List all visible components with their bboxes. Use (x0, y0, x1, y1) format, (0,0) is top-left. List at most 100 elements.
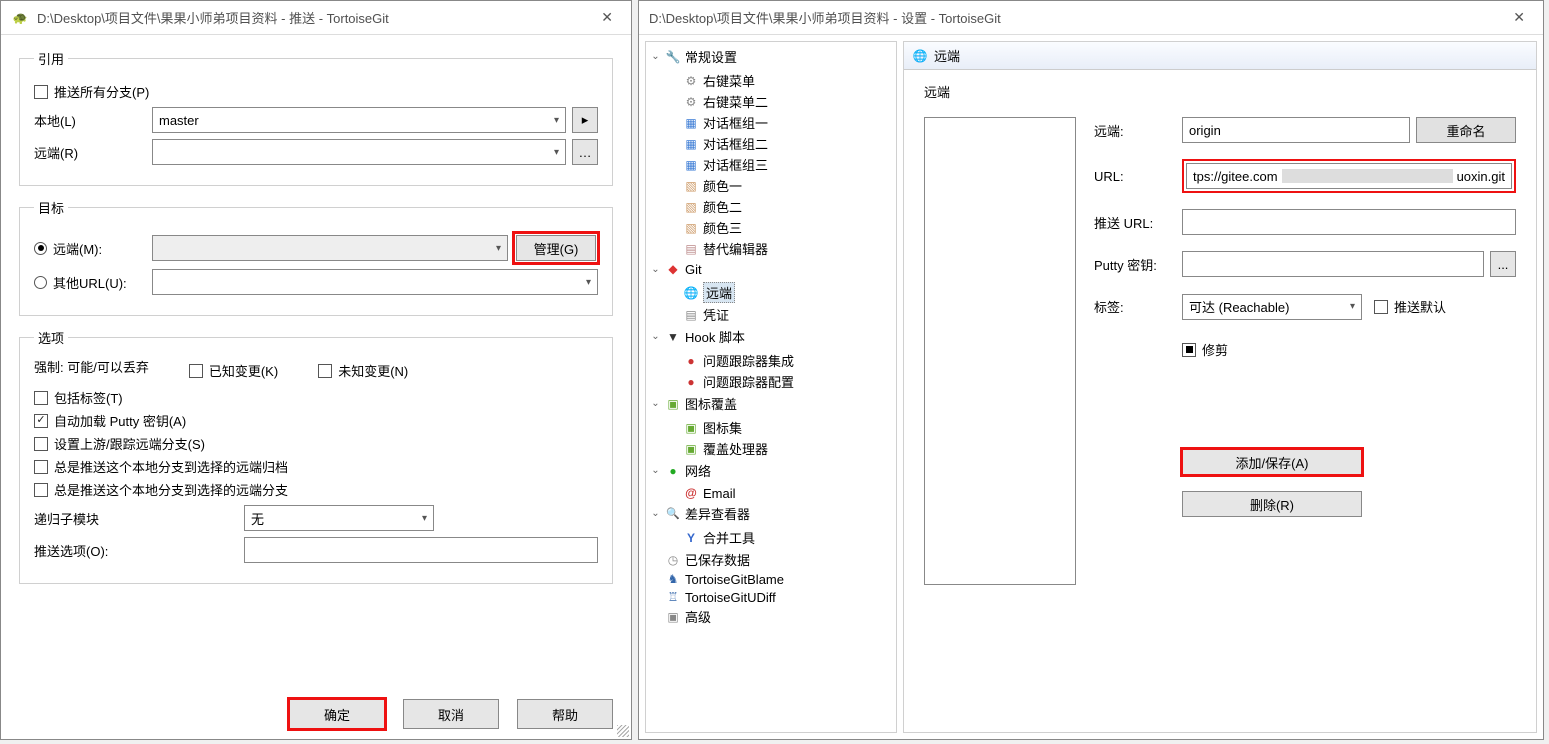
email-icon (683, 485, 699, 501)
globe-icon (683, 285, 699, 301)
window-icon (683, 157, 699, 173)
local-branch-value: master (159, 113, 199, 128)
globe-icon (912, 48, 928, 64)
magnifier-icon (665, 506, 681, 522)
push-url-input[interactable] (1182, 209, 1516, 235)
checkbox-icon (34, 85, 48, 99)
remote-name-input[interactable]: origin (1182, 117, 1410, 143)
advanced-icon (665, 609, 681, 625)
manage-button[interactable]: 管理(G) (516, 235, 596, 261)
radio-icon (34, 276, 47, 289)
window-title: D:\Desktop\项目文件\果果小师弟项目资料 - 设置 - Tortois… (649, 8, 1505, 27)
known-changes-checkbox[interactable]: 已知变更(K) (189, 361, 278, 380)
target-remote-combo[interactable]: ▾ (152, 235, 508, 261)
local-branch-combo[interactable]: master ▾ (152, 107, 566, 133)
collapse-icon[interactable]: ⌄ (650, 465, 661, 476)
chevron-down-icon: ▾ (1350, 301, 1355, 312)
close-icon[interactable]: ✕ (1505, 7, 1533, 28)
app-icon (11, 9, 29, 27)
collapse-icon[interactable]: ⌄ (650, 508, 661, 519)
url-input[interactable]: tps://gitee.com uoxin.git (1186, 163, 1512, 189)
checkbox-icon (34, 414, 48, 428)
url-label: URL: (1094, 169, 1182, 184)
bug-icon (683, 353, 699, 369)
bug-icon (683, 374, 699, 390)
recurse-label: 递归子模块 (34, 509, 244, 528)
collapse-icon[interactable]: ⌄ (650, 264, 661, 275)
radio-remote-row[interactable]: 远端(M): (34, 239, 152, 258)
push-default-checkbox[interactable]: 推送默认 (1374, 297, 1446, 316)
radio-url-label: 其他URL(U): (53, 273, 127, 292)
resize-grip-icon[interactable] (617, 725, 629, 737)
udiff-icon (665, 589, 681, 605)
footer-buttons: 确定 取消 帮助 (19, 687, 613, 729)
always-push-branch-checkbox[interactable]: 总是推送这个本地分支到选择的远端分支 (34, 480, 598, 499)
unknown-changes-checkbox[interactable]: 未知变更(N) (318, 361, 408, 380)
url-redacted (1282, 169, 1453, 183)
color-icon (683, 199, 699, 215)
recurse-select[interactable]: 无 ▾ (244, 505, 434, 531)
overlay-icon (683, 420, 699, 436)
options-section: 选项 强制: 可能/可以丢弃 已知变更(K) 未知变更(N) 包括标签(T) 自… (19, 328, 613, 584)
radio-remote-label: 远端(M): (53, 239, 102, 258)
tag-label: 标签: (1094, 297, 1182, 316)
rename-button[interactable]: 重命名 (1416, 117, 1516, 143)
close-icon[interactable]: ✕ (593, 7, 621, 28)
checkbox-icon (1182, 343, 1196, 357)
remote-listbox[interactable] (924, 117, 1076, 585)
push-dialog: D:\Desktop\项目文件\果果小师弟项目资料 - 推送 - Tortois… (0, 0, 632, 740)
editor-icon (683, 241, 699, 257)
add-save-button[interactable]: 添加/保存(A) (1182, 449, 1362, 475)
putty-key-input[interactable] (1182, 251, 1484, 277)
help-button[interactable]: 帮助 (517, 699, 613, 729)
remote-browse-button[interactable]: … (572, 139, 598, 165)
cancel-button[interactable]: 取消 (403, 699, 499, 729)
checkbox-icon (1374, 300, 1388, 314)
gear-icon (683, 73, 699, 89)
checkbox-icon (34, 437, 48, 451)
settings-tree[interactable]: ⌄常规设置 右键菜单 右键菜单二 对话框组一 对话框组二 对话框组三 颜色一 颜… (645, 41, 897, 733)
target-section: 目标 远端(M): ▾ 管理(G) 其他URL( (19, 198, 613, 316)
collapse-icon[interactable]: ⌄ (650, 398, 661, 409)
remote-branch-combo[interactable]: ▾ (152, 139, 566, 165)
window-title: D:\Desktop\项目文件\果果小师弟项目资料 - 推送 - Tortois… (37, 8, 593, 27)
checkbox-icon (34, 460, 48, 474)
save-icon (665, 552, 681, 568)
set-upstream-checkbox[interactable]: 设置上游/跟踪远端分支(S) (34, 434, 598, 453)
collapse-icon[interactable]: ⌄ (650, 51, 661, 62)
network-icon (665, 463, 681, 479)
push-opt-label: 推送选项(O): (34, 541, 244, 560)
remote-name-label: 远端: (1094, 121, 1182, 140)
delete-button[interactable]: 删除(R) (1182, 491, 1362, 517)
radio-url-row[interactable]: 其他URL(U): (34, 273, 152, 292)
putty-label: Putty 密钥: (1094, 255, 1182, 274)
chevron-down-icon: ▾ (422, 513, 427, 524)
autoload-putty-checkbox[interactable]: 自动加载 Putty 密钥(A) (34, 411, 598, 430)
ok-button[interactable]: 确定 (289, 699, 385, 729)
titlebar-left: D:\Desktop\项目文件\果果小师弟项目资料 - 推送 - Tortois… (1, 1, 631, 35)
local-extra-button[interactable]: ▸ (572, 107, 598, 133)
target-legend: 目标 (34, 198, 68, 217)
always-push-archive-checkbox[interactable]: 总是推送这个本地分支到选择的远端归档 (34, 457, 598, 476)
hook-icon (665, 329, 681, 345)
tree-item-remote[interactable]: 远端 (668, 281, 894, 304)
push-opt-input[interactable] (244, 537, 598, 563)
checkbox-icon (34, 391, 48, 405)
push-all-row[interactable]: 推送所有分支(P) (34, 82, 598, 101)
wrench-icon (665, 49, 681, 65)
color-icon (683, 178, 699, 194)
section-title: 远端 (904, 70, 1536, 101)
browse-button[interactable]: ... (1490, 251, 1516, 277)
overlay-icon (665, 396, 681, 412)
chevron-down-icon: ▾ (554, 147, 559, 158)
target-url-combo[interactable]: ▾ (152, 269, 598, 295)
chevron-down-icon: ▾ (554, 115, 559, 126)
remote-label: 远端(R) (34, 143, 152, 162)
prune-checkbox[interactable]: 修剪 (1182, 340, 1228, 359)
collapse-icon[interactable]: ⌄ (650, 331, 661, 342)
checkbox-icon (189, 364, 203, 378)
tag-select[interactable]: 可达 (Reachable) ▾ (1182, 294, 1362, 320)
include-tags-checkbox[interactable]: 包括标签(T) (34, 388, 598, 407)
blame-icon (665, 571, 681, 587)
window-icon (683, 136, 699, 152)
